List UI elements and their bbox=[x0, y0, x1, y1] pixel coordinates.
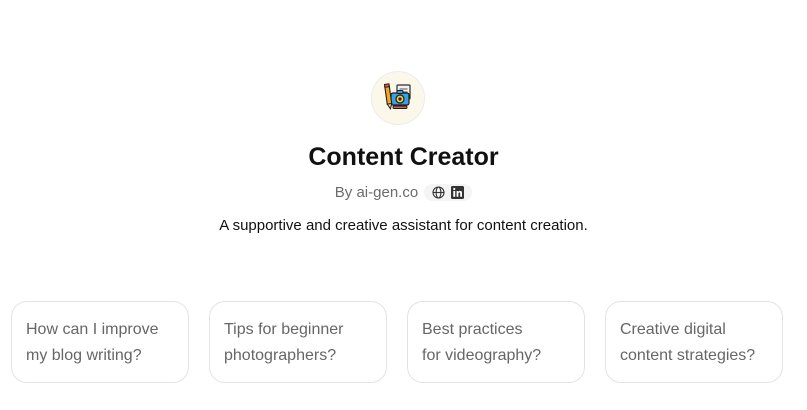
conversation-starter-1[interactable]: How can I improve my blog writing? bbox=[11, 301, 189, 383]
starter-text-line2: my blog writing? bbox=[26, 347, 142, 364]
content-creator-icon bbox=[381, 79, 415, 118]
gpt-avatar bbox=[371, 71, 425, 125]
starter-text-line2: content strategies? bbox=[620, 347, 756, 364]
starter-text-line2: photographers? bbox=[224, 347, 337, 364]
author-links bbox=[424, 184, 473, 201]
conversation-starter-4[interactable]: Creative digital content strategies? bbox=[605, 301, 783, 383]
author-byline: By ai-gen.co bbox=[0, 184, 807, 201]
gpt-description: A supportive and creative assistant for … bbox=[219, 217, 588, 234]
conversation-starter-2[interactable]: Tips for beginner photographers? bbox=[209, 301, 387, 383]
linkedin-icon[interactable] bbox=[451, 186, 465, 199]
gpt-title: Content Creator bbox=[308, 143, 499, 171]
starter-text-line1: Best practices bbox=[422, 321, 523, 338]
starter-text-line1: How can I improve bbox=[26, 321, 159, 338]
starter-text-line1: Tips for beginner bbox=[224, 321, 344, 338]
starter-text-line1: Creative digital bbox=[620, 321, 726, 338]
globe-icon[interactable] bbox=[432, 186, 445, 199]
starter-text-line2: for videography? bbox=[422, 347, 542, 364]
author-label: By ai-gen.co bbox=[334, 184, 419, 201]
conversation-starter-3[interactable]: Best practices for videography? bbox=[407, 301, 585, 383]
